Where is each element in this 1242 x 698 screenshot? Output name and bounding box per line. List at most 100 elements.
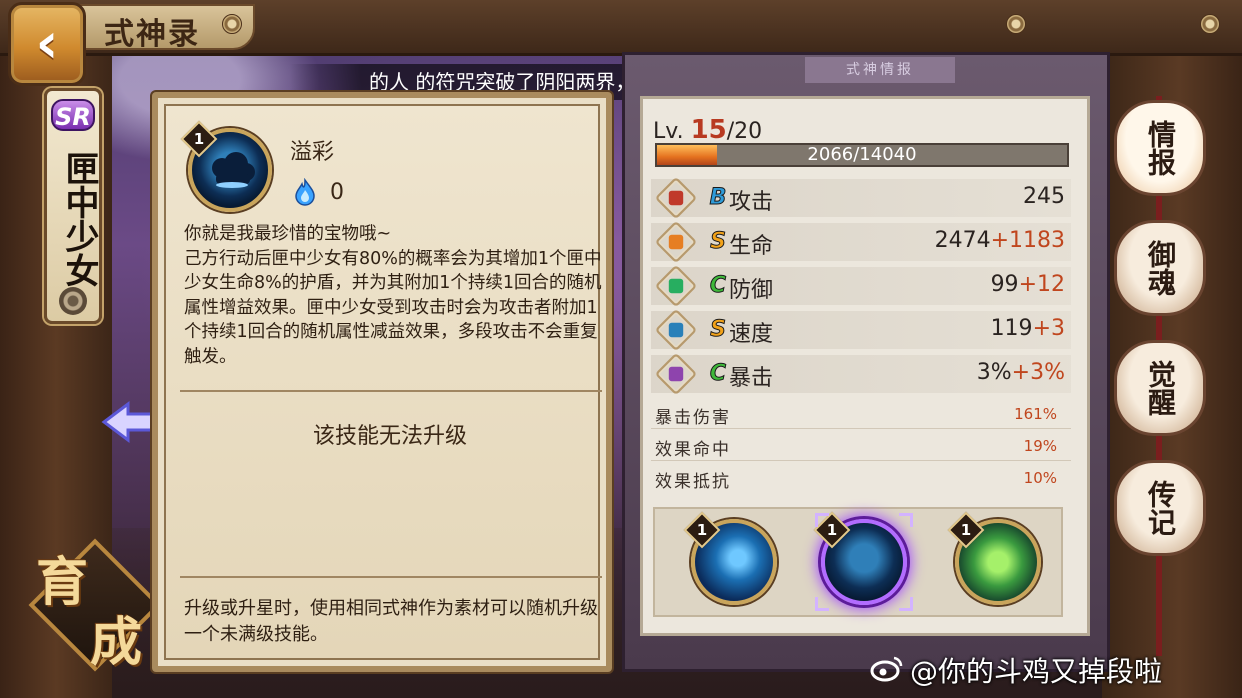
skill-level-text: 1 [696, 521, 708, 539]
stat-name: 暴击 [729, 366, 774, 391]
stat-bonus: +1183 [990, 228, 1065, 253]
stat-rank: B [709, 185, 727, 211]
tab-label: 御魂 [1144, 240, 1177, 296]
stat-bonus: +3% [1011, 360, 1065, 385]
stats-panel: Lv. 15/20 2066/14040 B 攻击 245 S 生命 2474+… [640, 96, 1090, 636]
tab-biography[interactable]: 传记 [1114, 460, 1206, 556]
stat-bonus: +3 [1032, 316, 1065, 341]
stat-row-defense: C 防御 99+12 [651, 264, 1071, 308]
stat-base: 2474 [934, 228, 991, 253]
stat-row-attack: B 攻击 245 [651, 176, 1071, 220]
skill-level-text: 1 [193, 130, 205, 148]
stat-name: 生命 [729, 234, 774, 259]
skill-name: 溢彩 [290, 140, 335, 165]
sub-stat-value: 161% [1014, 405, 1057, 423]
knot-ornament-icon [59, 287, 87, 315]
sub-stat-row: 暴击伤害 161% [651, 401, 1071, 429]
skill-description: 你就是我最珍惜的宝物哦~ 己方行动后匣中少女有80%的概率会为其增加1个匣中少女… [184, 222, 612, 369]
defense-icon [654, 264, 698, 308]
selection-corner [899, 597, 913, 611]
attack-icon [654, 176, 698, 220]
selection-corner [899, 513, 913, 527]
skill-1-icon[interactable]: 1 [683, 511, 777, 605]
skill-level-text: 1 [960, 521, 972, 539]
stat-base: 99 [990, 272, 1019, 297]
grow-button[interactable]: 育 成 [28, 538, 162, 673]
shikigami-name: 匣中少女 [59, 151, 99, 287]
skill-3-icon[interactable]: 1 [947, 511, 1041, 605]
level-prefix: Lv. [653, 119, 684, 144]
tab-info[interactable]: 情报 [1114, 100, 1206, 196]
grow-button-label-2: 成 [90, 612, 143, 673]
stat-rank: C [709, 361, 727, 387]
stat-row-speed: S 速度 119+3 [651, 308, 1071, 352]
sub-stat-value: 19% [1023, 437, 1057, 455]
stat-rank: S [710, 317, 727, 343]
stat-name: 攻击 [729, 190, 774, 215]
watermark: @你的斗鸡又掉段啦 [910, 655, 1163, 688]
stat-name: 防御 [729, 278, 774, 303]
cloud-icon [212, 152, 255, 188]
skill-effect-text: 己方行动后匣中少女有80%的概率会为其增加1个匣中少女生命8%的护盾，并为其附加… [184, 248, 602, 367]
sub-stat-row: 效果抵抗 10% [651, 465, 1071, 493]
stat-bonus: +12 [1018, 272, 1065, 297]
sub-stat-value: 10% [1023, 469, 1057, 487]
skill-level-badge: 1 [683, 511, 721, 549]
skill-level-badge: 1 [947, 511, 985, 549]
upgrade-note: 该技能无法升级 [312, 424, 467, 449]
stat-name: 速度 [729, 322, 774, 347]
stat-value: 245 [1023, 184, 1065, 209]
divider [180, 390, 602, 392]
stat-value: 99+12 [991, 272, 1065, 297]
selection-corner [815, 513, 829, 527]
stat-value: 3%+3% [977, 360, 1065, 385]
ornament-icon [1200, 14, 1220, 34]
tab-label: 情报 [1144, 120, 1177, 176]
sub-stat-row: 效果命中 19% [651, 433, 1071, 461]
selection-corner [815, 597, 829, 611]
crit-icon [654, 352, 698, 396]
stat-rank: S [710, 229, 727, 255]
rarity-badge: SR [51, 99, 95, 131]
level-current: 15 [690, 115, 727, 145]
stats-header-tab: 式神情报 [805, 57, 955, 83]
tab-awaken[interactable]: 觉醒 [1114, 340, 1206, 436]
level-label: Lv. 15/20 [653, 115, 762, 145]
upgrade-hint: 升级或升星时，使用相同式神作为素材可以随机升级一个未满级技能。 [184, 598, 598, 645]
exp-bar: 2066/14040 [655, 143, 1069, 167]
stat-base: 245 [1023, 184, 1065, 209]
level-max: /20 [726, 119, 763, 144]
health-icon [654, 220, 698, 264]
ornament-icon [1006, 14, 1026, 34]
sub-stat-name: 效果命中 [655, 440, 731, 460]
stat-value: 119+3 [991, 316, 1065, 341]
stat-value: 2474+1183 [935, 228, 1065, 253]
previous-arrow-icon[interactable] [100, 400, 160, 444]
exp-text: 2066/14040 [807, 144, 917, 165]
speed-icon [654, 308, 698, 352]
tab-soul[interactable]: 御魂 [1114, 220, 1206, 316]
tab-label: 传记 [1144, 480, 1177, 536]
stat-row-health: S 生命 2474+1183 [651, 220, 1071, 264]
title-bar: 式神录 [0, 0, 1242, 56]
shikigami-name-tag: SR 匣中少女 [44, 88, 102, 324]
back-button[interactable]: ‹ [8, 2, 86, 86]
skill-icon: 1 [180, 120, 272, 212]
skill-cost: 0 [330, 180, 344, 205]
weibo-logo-icon [870, 656, 903, 682]
stat-base: 3% [976, 360, 1012, 385]
stat-base: 119 [990, 316, 1033, 341]
divider [180, 576, 602, 578]
back-arrow-icon: ‹ [35, 11, 59, 76]
tab-label: 觉醒 [1144, 360, 1177, 416]
skill-detail-inner: 1 溢彩 0 你就是我最珍惜的宝物哦~ 己方行动后匣中少女有80%的概率会为其增… [164, 104, 602, 660]
stat-rank: C [709, 273, 727, 299]
ornament-icon [222, 14, 242, 34]
sub-stat-name: 效果抵抗 [655, 472, 731, 492]
sub-stat-name: 暴击伤害 [655, 408, 731, 428]
skill-selector: 1 1 1 [653, 507, 1063, 617]
page-title: 式神录 [104, 17, 200, 52]
grow-button-label-1: 育 [36, 552, 89, 613]
skill-2-icon[interactable]: 1 [813, 511, 913, 611]
soul-fire-icon [295, 178, 315, 206]
